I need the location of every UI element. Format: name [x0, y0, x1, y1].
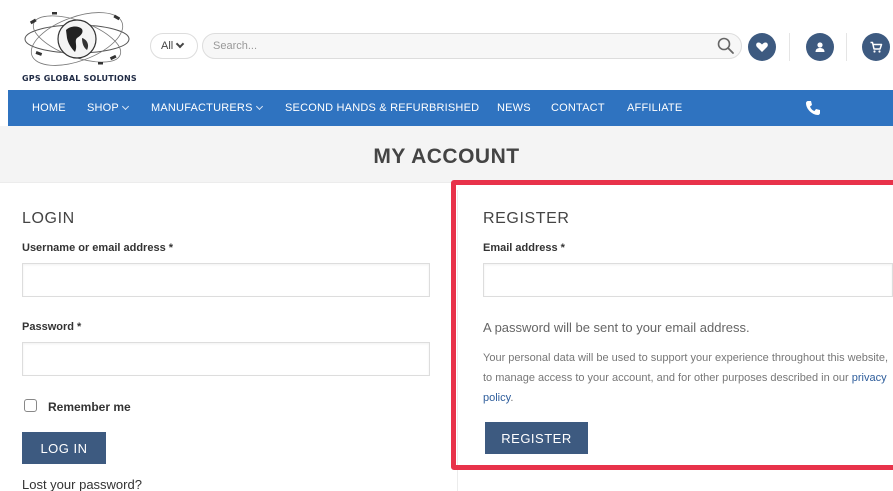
- privacy-text: Your personal data will be used to suppo…: [483, 352, 889, 384]
- remember-me-checkbox[interactable]: [24, 399, 37, 412]
- nav-item-contact[interactable]: CONTACT: [551, 90, 605, 126]
- user-icon[interactable]: [806, 33, 834, 61]
- password-label: Password *: [22, 321, 82, 333]
- header-divider: [846, 33, 847, 61]
- site-logo[interactable]: GPS GLOBAL SOLUTIONS: [18, 8, 138, 86]
- login-button[interactable]: LOG IN: [22, 432, 106, 464]
- chevron-down-icon: [175, 39, 185, 49]
- phone-icon[interactable]: [804, 99, 822, 117]
- header-divider: [789, 33, 790, 61]
- email-label: Email address *: [483, 242, 565, 254]
- nav-item-label: HOME: [32, 102, 66, 114]
- heart-icon[interactable]: [748, 33, 776, 61]
- nav-item-shop[interactable]: SHOP: [87, 90, 130, 126]
- password-note: A password will be sent to your email ad…: [483, 320, 750, 335]
- chevron-down-icon: [121, 102, 130, 111]
- cart-icon[interactable]: [862, 33, 890, 61]
- nav-item-affiliate[interactable]: AFFILIATE: [627, 90, 682, 126]
- username-field[interactable]: [22, 263, 430, 297]
- password-field[interactable]: [22, 342, 430, 376]
- nav-item-second-hands[interactable]: SECOND HANDS & REFURBRISHED: [285, 90, 479, 126]
- nav-item-label: NEWS: [497, 102, 531, 114]
- search-bar: All: [150, 33, 742, 59]
- nav-item-label: AFFILIATE: [627, 102, 683, 114]
- column-divider: [457, 190, 458, 491]
- nav-item-label: SHOP: [87, 102, 119, 114]
- remember-me-label: Remember me: [48, 400, 131, 414]
- nav-item-home[interactable]: HOME: [32, 90, 66, 126]
- search-icon[interactable]: [716, 36, 736, 56]
- globe-logo-icon: [24, 12, 130, 66]
- privacy-end: .: [510, 392, 514, 404]
- nav-item-news[interactable]: NEWS: [497, 90, 531, 126]
- login-heading: LOGIN: [22, 210, 75, 227]
- nav-item-label: CONTACT: [551, 102, 605, 114]
- register-heading: REGISTER: [483, 210, 570, 227]
- logo-text: GPS GLOBAL SOLUTIONS: [22, 74, 137, 83]
- nav-item-manufacturers[interactable]: MANUFACTURERS: [151, 90, 263, 126]
- chevron-down-icon: [255, 102, 263, 111]
- email-field[interactable]: [483, 263, 893, 297]
- main-nav: HOME SHOP MANUFACTURERS SECOND HANDS & R…: [8, 90, 893, 126]
- username-label: Username or email address *: [22, 242, 174, 254]
- category-select[interactable]: All: [150, 33, 198, 59]
- search-input[interactable]: [202, 33, 742, 59]
- site-header: GPS GLOBAL SOLUTIONS All: [0, 0, 893, 90]
- category-select-value: All: [161, 40, 174, 52]
- nav-item-label: SECOND HANDS & REFURBRISHED: [285, 102, 480, 114]
- privacy-notice: Your personal data will be used to suppo…: [483, 348, 893, 408]
- page-title: MY ACCOUNT: [373, 145, 520, 168]
- lost-password-link[interactable]: Lost your password?: [22, 477, 142, 491]
- register-button[interactable]: REGISTER: [485, 422, 588, 454]
- nav-item-label: MANUFACTURERS: [151, 102, 253, 114]
- title-divider: [0, 182, 893, 183]
